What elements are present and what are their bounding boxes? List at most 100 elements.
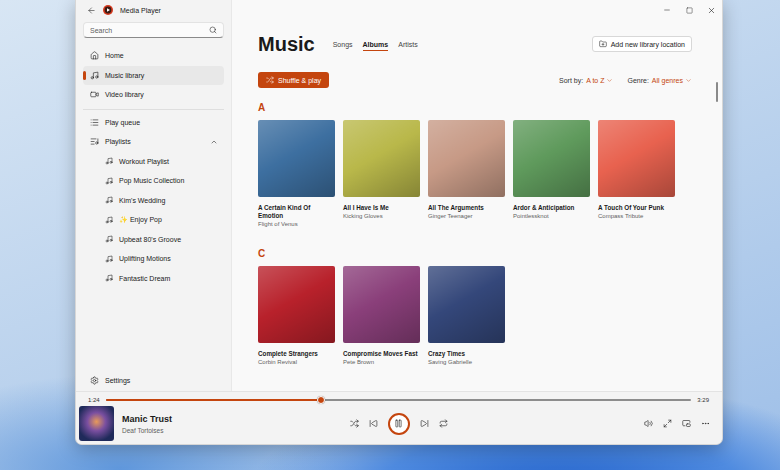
- album-tile[interactable]: Compromise Moves FastPete Brown: [343, 266, 420, 366]
- album-art[interactable]: [258, 120, 335, 197]
- playlist-item[interactable]: Pop Music Collection: [83, 171, 224, 191]
- album-artist: Pointlessknot: [513, 213, 590, 221]
- album-section: CComplete StrangersCorbin RevivalComprom…: [258, 248, 692, 366]
- fullscreen-icon[interactable]: [663, 419, 672, 428]
- sidebar-item[interactable]: Music library: [83, 66, 224, 86]
- shuffle-icon[interactable]: [350, 419, 359, 428]
- sidebar-item[interactable]: Video library: [83, 85, 224, 105]
- chevron-icon[interactable]: [210, 138, 218, 146]
- back-button[interactable]: [87, 6, 96, 15]
- player-options: [644, 419, 718, 428]
- home-icon: [90, 51, 99, 60]
- playlist-item[interactable]: ✨ Enjoy Pop: [83, 210, 224, 230]
- section-letter[interactable]: C: [258, 248, 692, 259]
- album-tile[interactable]: Ardor & AnticipationPointlessknot: [513, 120, 590, 220]
- sidebar-item[interactable]: Play queue: [83, 113, 224, 133]
- album-art[interactable]: [598, 120, 675, 197]
- next-icon[interactable]: [420, 419, 429, 428]
- album-art[interactable]: [428, 120, 505, 197]
- section-letter[interactable]: A: [258, 102, 692, 113]
- playback-controls: [350, 413, 448, 435]
- album-art[interactable]: [343, 266, 420, 343]
- album-artist: Saving Gabrielle: [428, 359, 505, 367]
- shuffle-icon: [266, 76, 274, 84]
- sidebar-item[interactable]: Home: [83, 46, 224, 66]
- player-bar: 1:243:29Manic TrustDeaf Tortoises: [76, 391, 722, 444]
- seek-knob[interactable]: [317, 396, 325, 404]
- scrollbar: [714, 20, 720, 391]
- queue-icon: [90, 118, 99, 127]
- album-art[interactable]: [513, 120, 590, 197]
- close-button[interactable]: [700, 0, 722, 20]
- album-artist: Compass Tribute: [598, 213, 675, 221]
- playlist-item[interactable]: Workout Playlist: [83, 152, 224, 172]
- album-art[interactable]: [428, 266, 505, 343]
- album-title: Compromise Moves Fast: [343, 350, 420, 358]
- playlist-item[interactable]: Fantastic Dream: [83, 269, 224, 289]
- more-icon[interactable]: [701, 419, 710, 428]
- sidebar-divider: [83, 109, 224, 110]
- search-box[interactable]: [83, 22, 224, 38]
- tabs: Songs Albums Artists: [333, 38, 418, 51]
- track-title: Manic Trust: [122, 414, 172, 424]
- media-player-window: Media PlayerHomeMusic libraryVideo libra…: [75, 0, 723, 445]
- now-playing-art[interactable]: [79, 406, 114, 441]
- caption-buttons: [232, 0, 722, 20]
- shuffle-play-button[interactable]: Shuffle & play: [258, 72, 329, 88]
- album-tile[interactable]: Complete StrangersCorbin Revival: [258, 266, 335, 366]
- chevron-down-icon: [606, 77, 613, 84]
- sort-dropdown[interactable]: Sort by:A to Z: [559, 77, 613, 84]
- album-grid: Complete StrangersCorbin RevivalCompromi…: [258, 266, 692, 366]
- album-title: A Touch Of Your Punk: [598, 204, 675, 212]
- genre-dropdown[interactable]: Genre:All genres: [627, 77, 692, 84]
- add-library-location-button[interactable]: Add new library location: [592, 36, 692, 52]
- folder-add-icon: [599, 40, 607, 48]
- album-artist: Pete Brown: [343, 359, 420, 367]
- maximize-button[interactable]: [678, 0, 700, 20]
- album-tile[interactable]: Crazy TimesSaving Gabrielle: [428, 266, 505, 366]
- progress-row: 1:243:29: [79, 394, 718, 406]
- maximize-icon: [686, 7, 693, 14]
- scrollbar-thumb[interactable]: [716, 82, 718, 102]
- mini-player-icon[interactable]: [682, 419, 691, 428]
- playlists-header[interactable]: Playlists: [83, 132, 224, 152]
- nav-list: HomeMusic libraryVideo library Play queue…: [83, 46, 224, 288]
- album-grid: A Certain Kind Of EmotionFlight of Venus…: [258, 120, 692, 228]
- tab[interactable]: Albums: [363, 38, 389, 51]
- search-icon: [209, 26, 217, 34]
- chevron-down-icon: [685, 77, 692, 84]
- music-note-icon: [105, 177, 113, 185]
- album-title: All I Have Is Me: [343, 204, 420, 212]
- album-art[interactable]: [343, 120, 420, 197]
- album-tile[interactable]: A Certain Kind Of EmotionFlight of Venus: [258, 120, 335, 228]
- elapsed-time: 1:24: [88, 397, 100, 403]
- playlist-icon: [90, 137, 99, 146]
- repeat-icon[interactable]: [439, 419, 448, 428]
- music-note-icon: [105, 255, 113, 263]
- play-pause-button[interactable]: [388, 413, 410, 435]
- album-art[interactable]: [258, 266, 335, 343]
- album-artist: Ginger Teenager: [428, 213, 505, 221]
- previous-icon[interactable]: [369, 419, 378, 428]
- tab[interactable]: Songs: [333, 38, 353, 51]
- album-tile[interactable]: All I Have Is MeKicking Gloves: [343, 120, 420, 220]
- album-tile[interactable]: A Touch Of Your PunkCompass Tribute: [598, 120, 675, 220]
- album-title: Ardor & Anticipation: [513, 204, 590, 212]
- playlist-item[interactable]: Uplifting Motions: [83, 249, 224, 269]
- sort-controls: Sort by:A to Z Genre:All genres: [559, 77, 692, 84]
- minimize-button[interactable]: [656, 0, 678, 20]
- playlist-item[interactable]: Kim's Wedding: [83, 191, 224, 211]
- desktop: Media PlayerHomeMusic libraryVideo libra…: [0, 0, 780, 470]
- playlist-item[interactable]: Upbeat 80's Groove: [83, 230, 224, 250]
- now-playing: Manic TrustDeaf Tortoises: [79, 406, 350, 441]
- album-tile[interactable]: All The ArgumentsGinger Teenager: [428, 120, 505, 220]
- main-panel: MusicSongsAlbumsArtistsAdd new library l…: [231, 0, 722, 391]
- tab[interactable]: Artists: [398, 38, 417, 51]
- music-note-icon: [105, 235, 113, 243]
- album-artist: Kicking Gloves: [343, 213, 420, 221]
- seek-bar[interactable]: [106, 399, 692, 401]
- search-input[interactable]: [90, 27, 205, 34]
- app-logo-icon: [103, 5, 113, 15]
- volume-icon[interactable]: [644, 419, 653, 428]
- settings-item[interactable]: Settings: [83, 371, 224, 391]
